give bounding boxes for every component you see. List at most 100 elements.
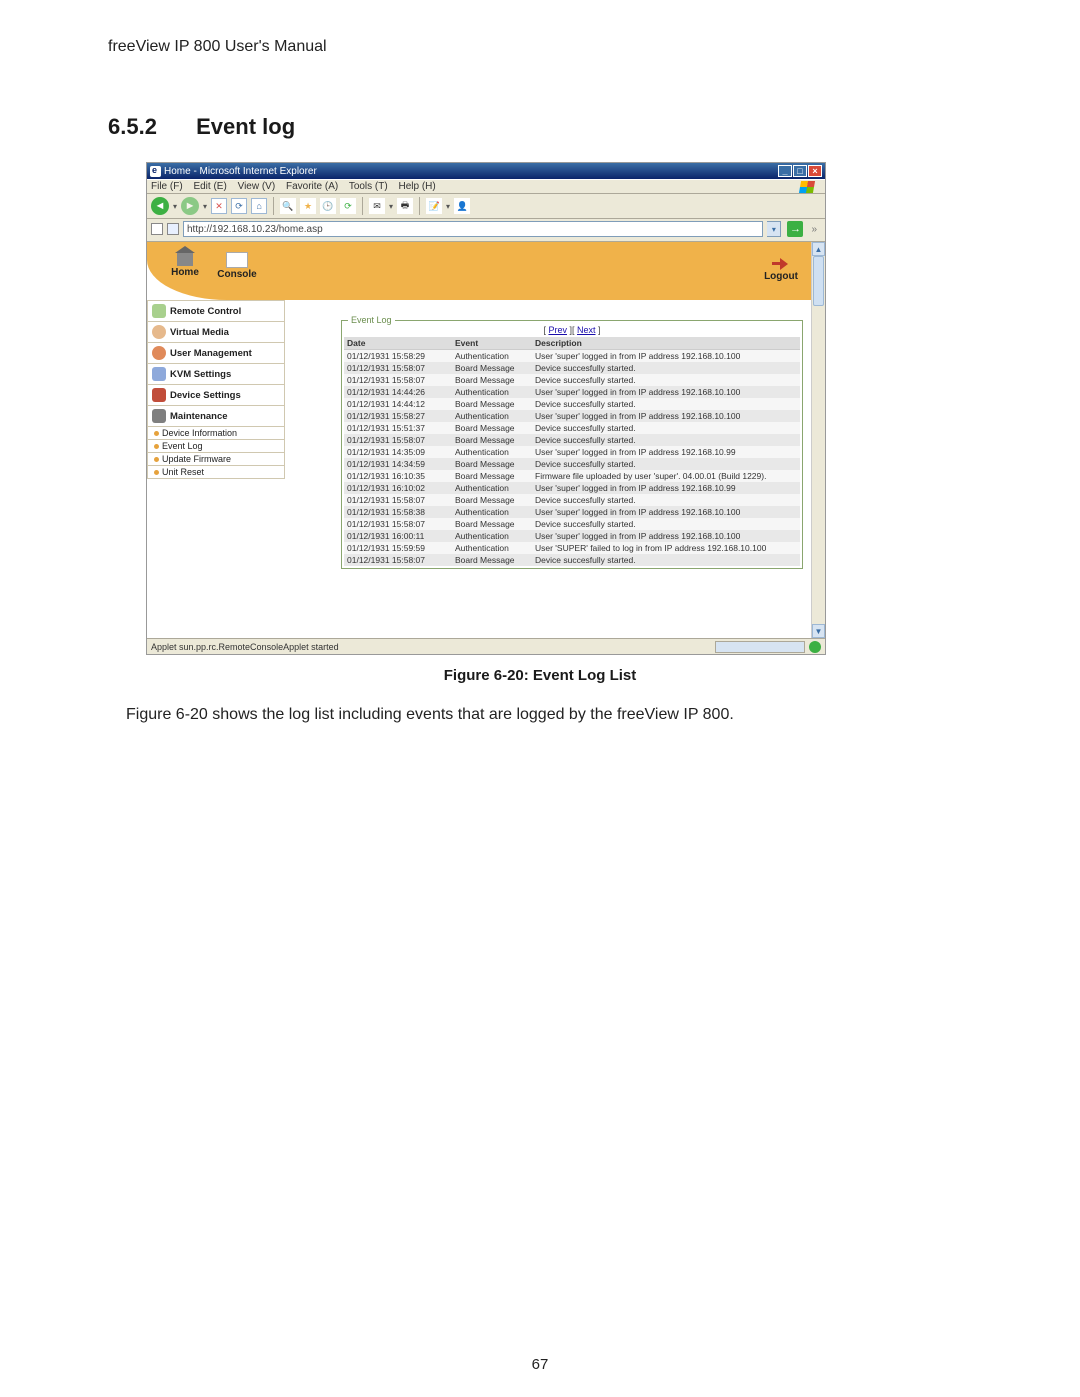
cell-date: 01/12/1931 15:58:07 <box>344 434 452 446</box>
status-bar: Applet sun.pp.rc.RemoteConsoleApplet sta… <box>147 638 825 654</box>
forward-dropdown[interactable]: ▾ <box>203 202 207 211</box>
edit-button[interactable]: 📝 <box>426 198 442 214</box>
address-bar: http://192.168.10.23/home.asp ▾ → » <box>147 219 825 242</box>
col-date: Date <box>344 337 452 350</box>
mail-dropdown[interactable]: ▾ <box>389 202 393 211</box>
sidebar-item-user-management[interactable]: User Management <box>147 343 285 364</box>
history-button[interactable]: 🕒 <box>320 198 336 214</box>
cell-event: Authentication <box>452 482 532 494</box>
menu-favorite[interactable]: Favorite (A) <box>286 181 338 192</box>
table-row: 01/12/1931 15:58:07Board MessageDevice s… <box>344 362 800 374</box>
menu-help[interactable]: Help (H) <box>399 181 436 192</box>
go-button[interactable]: → <box>787 221 803 237</box>
sidebar-item-device-settings[interactable]: Device Settings <box>147 385 285 406</box>
cell-event: Board Message <box>452 458 532 470</box>
mail-button[interactable]: ✉ <box>369 198 385 214</box>
nav-logout[interactable]: Logout <box>759 256 803 282</box>
cell-description: User 'super' logged in from IP address 1… <box>532 446 800 458</box>
cell-event: Board Message <box>452 422 532 434</box>
page-number: 67 <box>0 1356 1080 1373</box>
cell-description: Device succesfully started. <box>532 458 800 470</box>
col-event: Event <box>452 337 532 350</box>
cell-event: Authentication <box>452 386 532 398</box>
table-row: 01/12/1931 14:44:26AuthenticationUser 's… <box>344 386 800 398</box>
menu-tools[interactable]: Tools (T) <box>349 181 388 192</box>
search-button[interactable]: 🔍 <box>280 198 296 214</box>
menu-file[interactable]: File (F) <box>151 181 183 192</box>
scroll-down-arrow[interactable]: ▼ <box>812 624 825 638</box>
toolbar-overflow[interactable]: » <box>807 224 821 235</box>
event-log-table: Date Event Description 01/12/1931 15:58:… <box>344 337 800 566</box>
address-input[interactable]: http://192.168.10.23/home.asp <box>183 221 763 237</box>
cell-event: Authentication <box>452 542 532 554</box>
menu-view[interactable]: View (V) <box>238 181 276 192</box>
cell-description: Device succesfully started. <box>532 494 800 506</box>
cell-description: Device succesfully started. <box>532 554 800 566</box>
scroll-thumb[interactable] <box>813 256 824 306</box>
sidebar-sub-label: Event Log <box>162 441 203 451</box>
next-link[interactable]: Next <box>577 325 596 335</box>
cell-description: Firmware file uploaded by user 'super'. … <box>532 470 800 482</box>
media-button[interactable]: ⟳ <box>340 198 356 214</box>
window-titlebar: Home - Microsoft Internet Explorer _ □ × <box>147 163 825 179</box>
table-row: 01/12/1931 16:10:35Board MessageFirmware… <box>344 470 800 482</box>
messenger-button[interactable]: 👤 <box>454 198 470 214</box>
back-button[interactable]: ◄ <box>151 197 169 215</box>
window-close-button[interactable]: × <box>808 165 822 177</box>
sidebar-sub-event-log[interactable]: Event Log <box>147 440 285 453</box>
address-dropdown[interactable]: ▾ <box>767 221 781 237</box>
scroll-track[interactable] <box>812 256 825 624</box>
cell-description: User 'super' logged in from IP address 1… <box>532 506 800 518</box>
table-row: 01/12/1931 15:51:37Board MessageDevice s… <box>344 422 800 434</box>
cell-description: Device succesfully started. <box>532 434 800 446</box>
sidebar-sub-unit-reset[interactable]: Unit Reset <box>147 466 285 479</box>
table-row: 01/12/1931 16:00:11AuthenticationUser 's… <box>344 530 800 542</box>
cell-description: User 'super' logged in from IP address 1… <box>532 410 800 422</box>
sidebar-item-kvm-settings[interactable]: KVM Settings <box>147 364 285 385</box>
cell-description: Device succesfully started. <box>532 362 800 374</box>
sidebar-item-remote-control[interactable]: Remote Control <box>147 300 285 322</box>
nav-home-label: Home <box>171 267 199 278</box>
sidebar-item-virtual-media[interactable]: Virtual Media <box>147 322 285 343</box>
vertical-scrollbar[interactable]: ▲ ▼ <box>811 242 825 638</box>
table-row: 01/12/1931 15:59:59AuthenticationUser 'S… <box>344 542 800 554</box>
cell-date: 01/12/1931 15:58:38 <box>344 506 452 518</box>
sidebar-item-maintenance[interactable]: Maintenance <box>147 406 285 427</box>
cell-date: 01/12/1931 16:00:11 <box>344 530 452 542</box>
cell-date: 01/12/1931 15:58:27 <box>344 410 452 422</box>
stop-button[interactable]: ✕ <box>211 198 227 214</box>
bullet-icon <box>154 431 159 436</box>
back-dropdown[interactable]: ▾ <box>173 202 177 211</box>
refresh-button[interactable]: ⟳ <box>231 198 247 214</box>
favorites-button[interactable]: ★ <box>300 198 316 214</box>
window-minimize-button[interactable]: _ <box>778 165 792 177</box>
sidebar-sub-update-firmware[interactable]: Update Firmware <box>147 453 285 466</box>
cell-date: 01/12/1931 14:34:59 <box>344 458 452 470</box>
sidebar-label: KVM Settings <box>170 369 231 380</box>
cell-event: Board Message <box>452 554 532 566</box>
table-row: 01/12/1931 15:58:07Board MessageDevice s… <box>344 554 800 566</box>
table-row: 01/12/1931 14:35:09AuthenticationUser 's… <box>344 446 800 458</box>
nav-logout-label: Logout <box>764 271 798 282</box>
body-paragraph: Figure 6-20 shows the log list including… <box>126 706 972 724</box>
table-header-row: Date Event Description <box>344 337 800 350</box>
cell-event: Authentication <box>452 350 532 363</box>
table-row: 01/12/1931 16:10:02AuthenticationUser 's… <box>344 482 800 494</box>
print-button[interactable]: 🖶 <box>397 198 413 214</box>
nav-home[interactable]: Home <box>165 252 205 278</box>
sidebar: Remote Control Virtual Media User Manage… <box>147 300 285 569</box>
home-button[interactable]: ⌂ <box>251 198 267 214</box>
doc-header: freeView IP 800 User's Manual <box>108 38 972 56</box>
home-icon <box>177 252 193 266</box>
sidebar-sub-device-information[interactable]: Device Information <box>147 427 285 440</box>
edit-dropdown[interactable]: ▾ <box>446 202 450 211</box>
scroll-up-arrow[interactable]: ▲ <box>812 242 825 256</box>
menu-edit[interactable]: Edit (E) <box>193 181 226 192</box>
nav-console[interactable]: Console <box>217 252 257 280</box>
cell-date: 01/12/1931 15:59:59 <box>344 542 452 554</box>
window-maximize-button[interactable]: □ <box>793 165 807 177</box>
forward-button[interactable]: ► <box>181 197 199 215</box>
prev-link[interactable]: Prev <box>548 325 567 335</box>
bullet-icon <box>154 470 159 475</box>
internet-zone-icon <box>809 641 821 653</box>
